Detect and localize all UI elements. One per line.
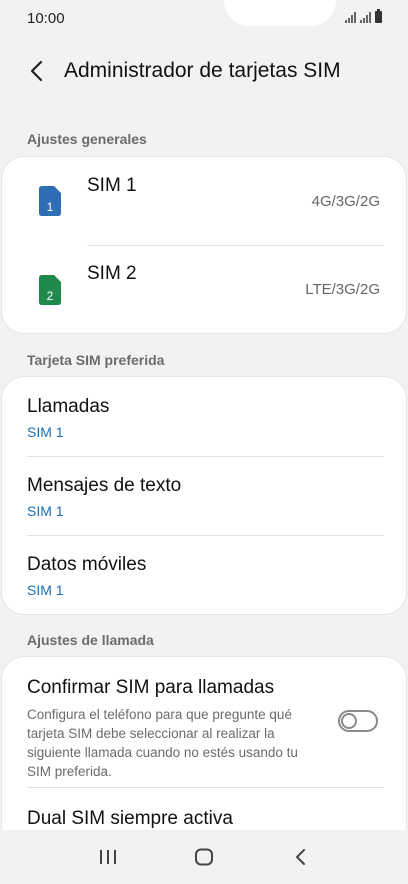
recent-apps-button[interactable] [84, 837, 132, 877]
sim-badge-1: 1 [47, 200, 54, 214]
confirm-sim-row[interactable]: Confirmar SIM para llamadas Configura el… [2, 657, 406, 787]
app-header: Administrador de tarjetas SIM [0, 48, 408, 94]
dual-sim-title: Dual SIM siempre activa [27, 808, 233, 829]
section-label-call-settings: Ajustes de llamada [27, 632, 154, 648]
screen: 10:00 Administrador de tarjetas SIM Ajus… [0, 0, 408, 884]
preferred-item-title: Llamadas [27, 396, 110, 417]
preferred-item-value: SIM 1 [27, 503, 64, 519]
signal-icon [360, 11, 371, 23]
chevron-left-icon [30, 60, 43, 82]
sim-name-2: SIM 2 [87, 263, 137, 284]
nav-back-button[interactable] [276, 837, 324, 877]
preferred-calls-item[interactable]: Llamadas SIM 1 [2, 377, 406, 456]
preferred-item-title: Mensajes de texto [27, 475, 182, 496]
sim-card-icon: 1 [39, 186, 61, 216]
confirm-sim-toggle[interactable] [338, 710, 378, 732]
preferred-item-title: Datos móviles [27, 554, 147, 575]
status-icons [345, 9, 382, 23]
sim-row-2[interactable]: 2 SIM 2 LTE/3G/2G [2, 245, 406, 333]
page-title: Administrador de tarjetas SIM [64, 59, 341, 82]
sim-badge-2: 2 [47, 289, 54, 303]
preferred-item-value: SIM 1 [27, 424, 64, 440]
preferred-messages-item[interactable]: Mensajes de texto SIM 1 [2, 456, 406, 535]
sim-row-1[interactable]: 1 SIM 1 4G/3G/2G [2, 157, 406, 245]
preferred-data-item[interactable]: Datos móviles SIM 1 [2, 535, 406, 614]
sim-network-2: LTE/3G/2G [305, 281, 380, 298]
home-button[interactable] [180, 837, 228, 877]
camera-notch [224, 0, 336, 26]
battery-icon [375, 9, 382, 23]
signal-icon [345, 11, 356, 23]
confirm-sim-description: Configura el teléfono para que pregunte … [27, 707, 298, 779]
sim-network-1: 4G/3G/2G [311, 193, 380, 210]
sim-cards-card: 1 SIM 1 4G/3G/2G 2 SIM 2 LTE/3G/2G [2, 157, 406, 333]
status-time: 10:00 [27, 10, 65, 27]
preferred-sim-card: Llamadas SIM 1 Mensajes de texto SIM 1 D… [2, 377, 406, 614]
home-icon [195, 848, 213, 866]
preferred-item-value: SIM 1 [27, 582, 64, 598]
back-icon [296, 849, 305, 865]
status-bar: 10:00 [0, 0, 408, 38]
recent-apps-icon [100, 850, 116, 864]
navigation-bar [0, 830, 408, 884]
section-label-preferred: Tarjeta SIM preferida [27, 352, 165, 368]
toggle-knob [341, 713, 357, 729]
sim-name-1: SIM 1 [87, 175, 137, 196]
section-label-general: Ajustes generales [27, 131, 147, 147]
confirm-sim-title: Confirmar SIM para llamadas [27, 677, 275, 698]
sim-card-icon: 2 [39, 275, 61, 305]
back-button[interactable] [16, 51, 56, 91]
